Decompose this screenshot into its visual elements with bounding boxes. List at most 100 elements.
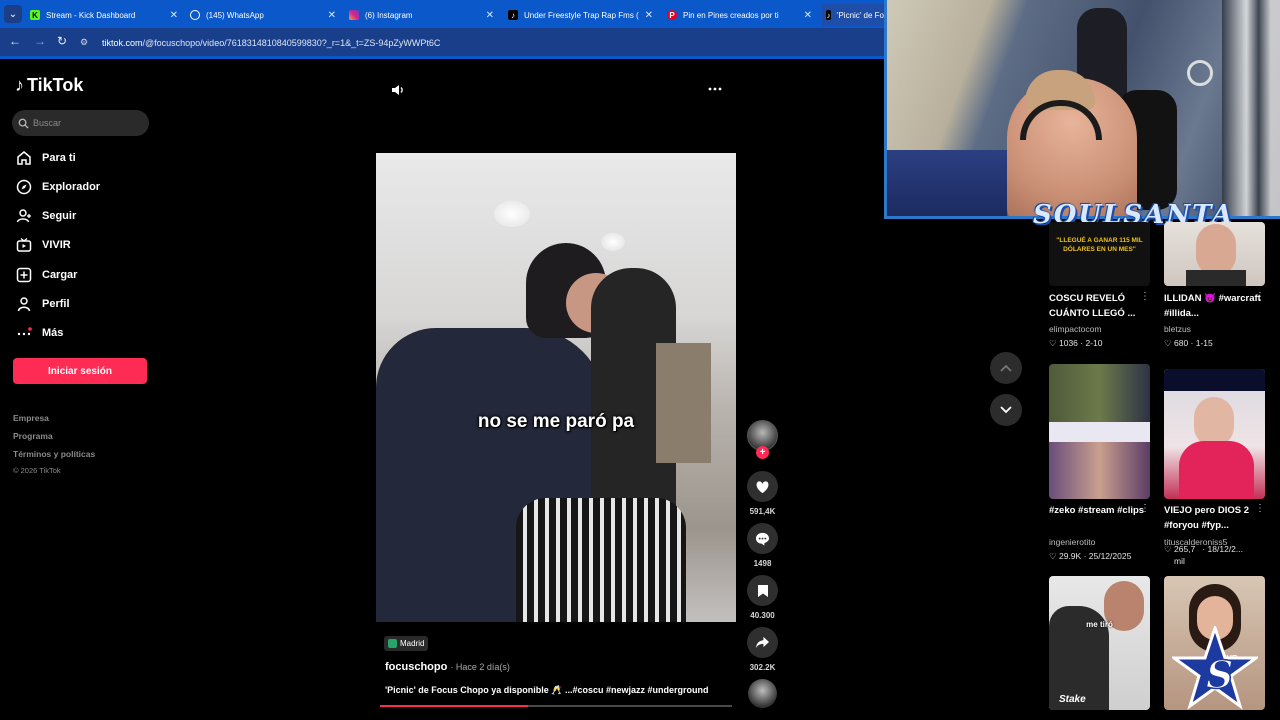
tab-title: (6) Instagram [365,10,413,20]
feed-thumbnail[interactable]: "LLEGUÉ A GANAR 115 MIL DÓLARES EN UN ME… [1049,222,1150,286]
feed-thumbnail[interactable] [1049,364,1150,499]
ceiling-light [601,233,625,251]
footer-link-terminos[interactable]: Términos y políticas [13,449,95,459]
sidebar-item-explorador[interactable]: Explorador [15,177,100,197]
sidebar-item-vivir[interactable]: VIVIR [15,235,71,255]
feed-card-user[interactable]: elimpactocom [1049,324,1101,334]
upload-icon [15,266,33,284]
location-pin-icon [388,639,397,648]
feed-card-stats: ♡ 680 · 1-15 [1164,338,1213,348]
location-tag[interactable]: Madrid [384,636,429,651]
sidebar-item-seguir[interactable]: Seguir [15,206,76,226]
feed-card-stats: ♡ 265,7 mil · 18/12/2... [1164,544,1243,566]
url-host: tiktok.com [102,38,143,48]
cam-ring-light [1187,60,1213,86]
feed-card-title[interactable]: VIEJO pero DIOS 2 #foryou #fyp... [1164,503,1265,533]
follow-plus-icon[interactable]: + [756,446,769,459]
feed-card-user[interactable]: ingenierotito [1049,537,1095,547]
thumbnail-shirt [1179,441,1254,499]
progress-fill [380,705,528,707]
url-path: /@focuschopo/video/7618314810840599830?_… [142,38,441,48]
reload-icon[interactable]: ↻ [57,34,67,48]
tab-title: Under Freestyle Trap Rap Fms ( [524,10,639,20]
webcam-overlay [884,0,1280,219]
thumbnail-stream-scene [1049,364,1150,422]
sidebar-item-cargar[interactable]: Cargar [15,265,77,285]
feed-card-user[interactable]: bletzus [1164,324,1191,334]
more-vertical-icon[interactable]: ⋮ [1140,291,1150,302]
like-count: 265,7 mil [1173,544,1196,566]
feed-card-title[interactable]: COSCU REVELÓ CUÁNTO LLEGÓ ... [1049,291,1150,321]
search-placeholder: Buscar [33,118,62,128]
feed-card-stats: ♡ 1036 · 2-10 [1049,338,1103,348]
next-video-button[interactable] [990,394,1022,426]
like-count: 1036 [1058,338,1078,348]
sidebar-item-mas[interactable]: Más [15,323,63,343]
browser-tab-tiktok-under[interactable]: ♪ Under Freestyle Trap Rap Fms ( ✕ [508,4,653,26]
save-count: 40.300 [750,611,775,620]
author-username[interactable]: focuschopo [385,661,447,673]
close-icon[interactable]: ✕ [170,10,178,21]
tiktok-logo[interactable]: ♪ TikTok [15,75,83,96]
video-author[interactable]: focuschopo · Hace 2 día(s) [385,661,510,673]
post-date: 2-10 [1085,338,1103,348]
save-button[interactable] [747,575,778,606]
previous-video-button[interactable] [990,352,1022,384]
browser-tab-instagram[interactable]: (6) Instagram ✕ [349,4,494,26]
stake-watermark: Stake [1059,694,1086,705]
site-info-icon[interactable]: ⚙ [80,37,92,49]
feed-thumbnail[interactable] [1164,369,1265,499]
volume-icon[interactable] [390,82,406,101]
brand-name: TikTok [27,75,84,95]
video-description: 'Picnic' de Focus Chopo ya disponible 🥂 … [385,685,709,695]
thumbnail-text: "LLEGUÉ A GANAR 115 MIL DÓLARES EN UN ME… [1056,237,1143,253]
tab-search-button[interactable]: ⌄ [4,5,22,23]
browser-tab-kick[interactable]: K Stream - Kick Dashboard ✕ [30,4,178,26]
share-button[interactable] [747,627,778,658]
sidebar-item-para-ti[interactable]: Para ti [15,148,76,168]
comment-button[interactable] [747,523,778,554]
close-icon[interactable]: ✕ [486,10,494,21]
like-count: 591,4K [749,507,776,516]
like-button[interactable] [747,471,778,502]
browser-tab-whatsapp[interactable]: (145) WhatsApp ✕ [190,4,336,26]
thumbnail-banner [1164,369,1265,391]
tiktok-icon: ♪ [826,10,831,20]
sidebar-item-perfil[interactable]: Perfil [15,294,70,314]
close-icon[interactable]: ✕ [328,10,336,21]
instagram-icon [349,10,359,20]
more-options-icon[interactable] [707,80,723,99]
browser-tab-pinterest[interactable]: P Pin en Pines creados por ti ✕ [667,4,812,26]
video-player[interactable]: no se me paró pa [376,153,736,622]
browser-tab-tiktok-picnic[interactable]: ♪ 'Picnic' de Fo [822,4,884,26]
compass-icon [15,178,33,196]
video-progress-bar[interactable] [380,705,732,707]
footer-link-empresa[interactable]: Empresa [13,413,49,423]
close-icon[interactable]: ✕ [804,10,812,21]
feed-card-title[interactable]: ILLIDAN 😈 #warcraft #illida... [1164,291,1265,321]
more-vertical-icon[interactable]: ⋮ [1255,503,1265,514]
url-field[interactable]: ⚙ tiktok.com /@focuschopo/video/76183148… [80,32,900,54]
home-icon [15,149,33,167]
feed-card-title[interactable]: #zeko #stream #clips [1049,503,1150,518]
forward-arrow-icon[interactable]: → [34,34,46,48]
tiktok-icon: ♪ [508,10,518,20]
thumbnail-shirt [1186,270,1246,286]
feed-thumbnail[interactable]: me tiró Stake [1049,576,1150,710]
more-vertical-icon[interactable]: ⋮ [1255,291,1265,302]
sidebar-item-label: Para ti [42,152,76,164]
search-input[interactable]: Buscar [12,110,149,136]
post-date: 18/12/2... [1207,544,1243,554]
post-date: 25/12/2025 [1088,551,1132,561]
thumbnail-ui [1049,422,1150,442]
close-icon[interactable]: ✕ [645,10,653,21]
like-count: 680 [1173,338,1189,348]
feed-thumbnail[interactable] [1164,222,1265,286]
back-arrow-icon[interactable]: ← [9,34,21,48]
more-vertical-icon[interactable]: ⋮ [1140,503,1150,514]
copyright-text: © 2026 TikTok [13,466,61,475]
footer-link-programa[interactable]: Programa [13,431,53,441]
login-button[interactable]: Iniciar sesión [13,358,147,384]
music-disc-avatar[interactable] [748,679,777,708]
tab-title: (145) WhatsApp [206,10,264,20]
